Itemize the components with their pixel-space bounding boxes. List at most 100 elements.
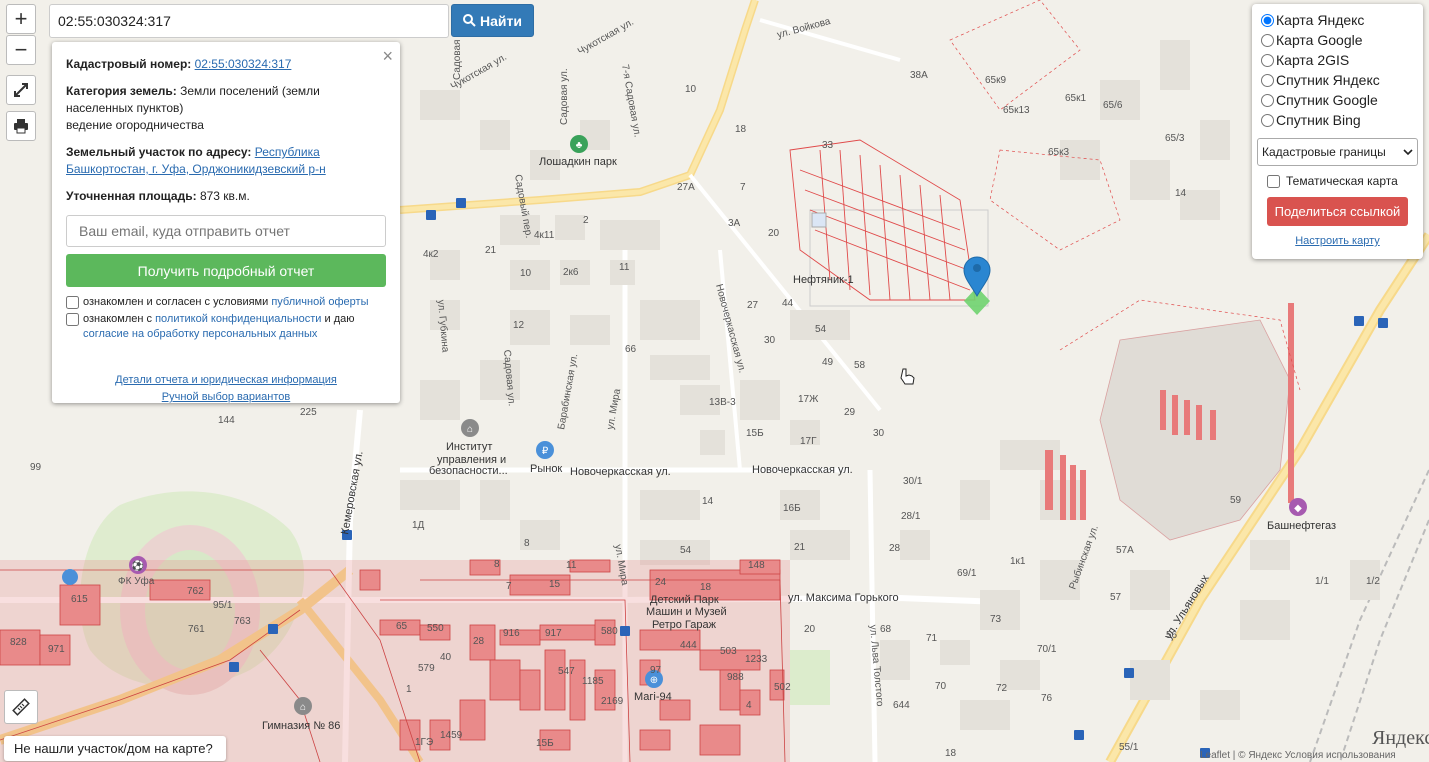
bashneftegaz-icon[interactable]: ◆	[1289, 498, 1307, 516]
layer-option-5[interactable]: Спутник Bing	[1257, 110, 1418, 130]
close-icon[interactable]: ×	[382, 46, 393, 67]
house-number: 828	[10, 637, 27, 648]
offer-text: ознакомлен и согласен с условиями публич…	[83, 295, 369, 310]
offer-checkbox[interactable]	[66, 296, 79, 309]
print-button[interactable]	[6, 111, 36, 141]
gymnasium-icon[interactable]: ⌂	[294, 697, 312, 715]
street-label: Новочеркасская ул.	[570, 466, 671, 478]
area-value: 873 кв.м.	[199, 189, 250, 203]
house-number: 144	[218, 415, 235, 426]
svg-text:♣: ♣	[576, 140, 583, 151]
offer-link[interactable]: публичной оферты	[271, 296, 368, 308]
house-number: 29	[844, 407, 856, 418]
house-number: 13В-3	[709, 397, 736, 408]
layer-radio-3[interactable]	[1261, 73, 1274, 87]
address-row: Земельный участок по адресу: Республика …	[66, 144, 386, 178]
detsky-park-label: Ретро Гараж	[652, 619, 717, 631]
house-number: 503	[720, 646, 737, 657]
land-category-row: Категория земель: Земли поселений (земли…	[66, 83, 386, 134]
house-number: 30	[764, 335, 776, 346]
house-number: 20	[804, 624, 816, 635]
house-number: 8	[494, 559, 500, 570]
manual-choice-link[interactable]: Ручной выбор вариантов	[162, 391, 290, 403]
house-number: 1/1	[1315, 576, 1329, 587]
house-number: 73	[990, 614, 1002, 625]
privacy-policy-link[interactable]: политикой конфиденциальности	[155, 313, 321, 325]
house-number: 2к6	[563, 267, 579, 278]
search-button[interactable]: Найти	[451, 4, 534, 37]
house-number: 68	[880, 624, 892, 635]
layer-option-0[interactable]: Карта Яндекс	[1257, 10, 1418, 30]
fk-ufa-icon[interactable]: ⚽	[129, 556, 147, 574]
search-input[interactable]	[49, 4, 449, 38]
report-details-link[interactable]: Детали отчета и юридическая информация	[115, 374, 337, 386]
popup-links: Детали отчета и юридическая информация Р…	[66, 372, 386, 406]
house-number: 15Б	[536, 738, 554, 749]
detsky-park-label: Детский Парк	[650, 594, 719, 606]
park-icon[interactable]: ♣	[570, 135, 588, 153]
house-number: 30/1	[903, 476, 923, 487]
house-number: 12	[513, 320, 525, 331]
house-number: 44	[782, 298, 794, 309]
house-number: 971	[48, 644, 65, 655]
layer-option-4[interactable]: Спутник Google	[1257, 90, 1418, 110]
gymnasium-label: Гимназия № 86	[262, 720, 340, 732]
house-number: 65к9	[985, 75, 1006, 86]
house-number: 95/1	[213, 600, 233, 611]
house-number: 1233	[745, 654, 768, 665]
neft-icon[interactable]	[62, 569, 78, 585]
privacy-checkbox[interactable]	[66, 313, 79, 326]
house-number: 14	[702, 496, 714, 507]
thematic-map-option[interactable]: Тематическая карта	[1257, 174, 1418, 188]
layer-radio-0[interactable]	[1261, 13, 1274, 27]
layer-radio-1[interactable]	[1261, 33, 1274, 47]
search-icon	[463, 14, 476, 27]
personal-data-link[interactable]: согласие на обработку персональных данны…	[83, 328, 317, 340]
address-label: Земельный участок по адресу:	[66, 145, 252, 159]
zoom-out-button[interactable]: −	[6, 35, 36, 65]
house-number: 444	[680, 640, 697, 651]
privacy-text-mid: и даю	[321, 313, 355, 325]
institute-icon[interactable]: ⌂	[461, 419, 479, 437]
printer-icon	[14, 119, 28, 134]
house-number: 54	[815, 324, 827, 335]
configure-map-link[interactable]: Настроить карту	[1257, 235, 1418, 247]
email-field[interactable]	[66, 215, 386, 247]
house-number: 33	[822, 140, 834, 151]
layer-option-1[interactable]: Карта Google	[1257, 30, 1418, 50]
get-report-button[interactable]: Получить подробный отчет	[66, 254, 386, 287]
layer-radio-2[interactable]	[1261, 53, 1274, 67]
house-number: 763	[234, 616, 251, 627]
house-number: 69/1	[957, 568, 977, 579]
layer-option-label: Карта Google	[1276, 32, 1363, 48]
layer-option-label: Спутник Google	[1276, 92, 1378, 108]
house-number: 11	[566, 560, 577, 571]
thematic-map-checkbox[interactable]	[1267, 174, 1280, 188]
bashneftegaz-label: Башнефтегаз	[1267, 520, 1336, 532]
house-number: 99	[30, 462, 42, 473]
measure-button[interactable]	[4, 690, 38, 724]
house-number: 24	[655, 577, 667, 588]
street-label: Садовая ул.	[559, 68, 570, 125]
park-label: Лошадкин парк	[539, 156, 617, 168]
market-icon[interactable]: ₽	[536, 441, 554, 459]
house-number: 28/1	[901, 511, 921, 522]
detsky-park-label: Машин и Музей	[646, 606, 727, 618]
layer-option-2[interactable]: Карта 2GIS	[1257, 50, 1418, 70]
house-number: 65	[396, 621, 408, 632]
share-link-button[interactable]: Поделиться ссылкой	[1267, 197, 1408, 226]
layer-radio-5[interactable]	[1261, 113, 1274, 127]
fullscreen-button[interactable]	[6, 75, 36, 105]
house-number: 644	[893, 700, 910, 711]
offer-agreement: ознакомлен и согласен с условиями публич…	[66, 295, 386, 310]
layer-option-3[interactable]: Спутник Яндекс	[1257, 70, 1418, 90]
svg-text:₽: ₽	[542, 446, 549, 457]
house-number: 761	[188, 624, 205, 635]
house-number: 57А	[1116, 545, 1134, 556]
cadastral-number-link[interactable]: 02:55:030324:317	[195, 57, 292, 71]
not-found-button[interactable]: Не нашли участок/дом на карте?	[4, 736, 226, 761]
house-number: 66	[625, 344, 637, 355]
overlay-select[interactable]: Кадастровые границы	[1257, 138, 1418, 166]
layer-radio-4[interactable]	[1261, 93, 1274, 107]
zoom-in-button[interactable]: +	[6, 4, 36, 34]
